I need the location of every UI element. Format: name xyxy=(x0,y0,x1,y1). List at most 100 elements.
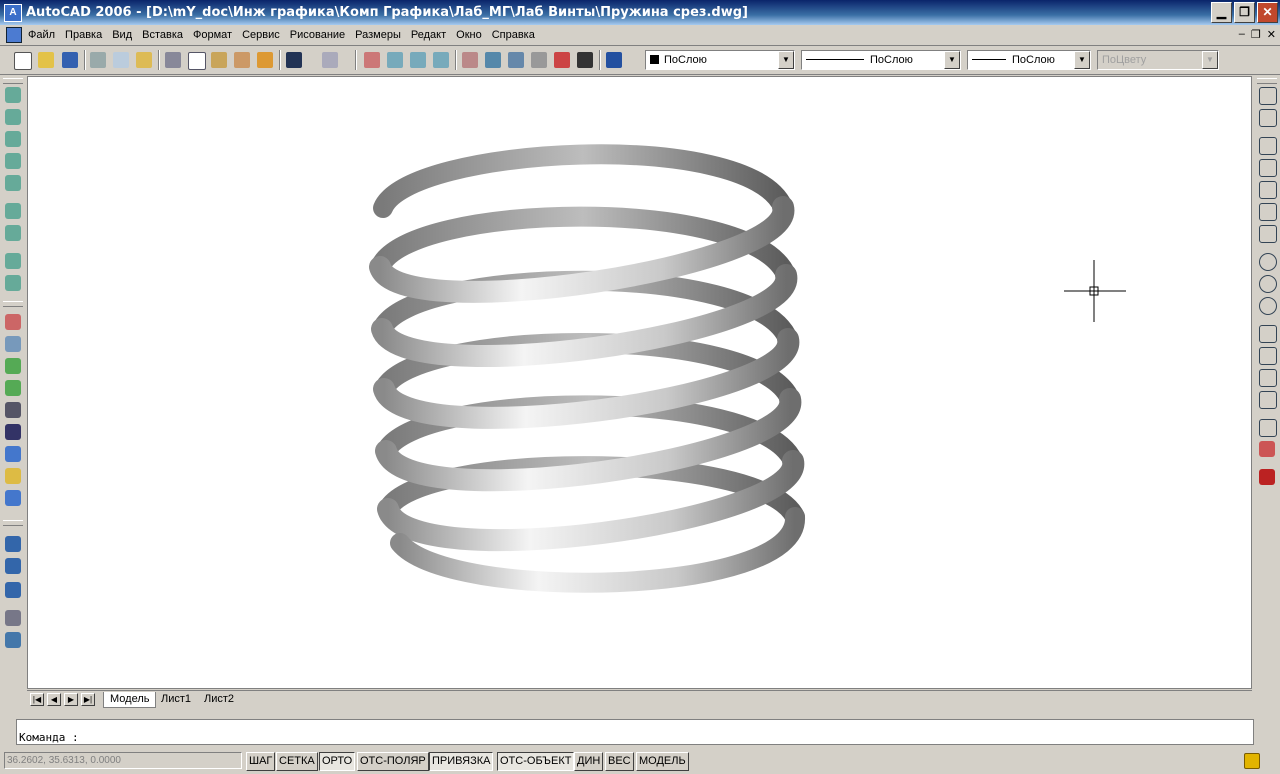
snap-midpoint-tool[interactable] xyxy=(1257,157,1277,177)
quickcalc-button[interactable] xyxy=(575,50,595,70)
snap-center-tool[interactable] xyxy=(1257,251,1277,271)
restore-button[interactable]: ❐ xyxy=(1234,2,1255,23)
zoom-scale-tool[interactable] xyxy=(3,129,23,149)
copy-button[interactable] xyxy=(186,50,206,70)
zoom-extents-tool[interactable] xyxy=(3,273,23,293)
sheet-set-button[interactable] xyxy=(529,50,549,70)
new-button[interactable] xyxy=(12,50,32,70)
osnap-settings-tool[interactable] xyxy=(1257,467,1277,487)
properties-button[interactable] xyxy=(460,50,480,70)
grid-toggle[interactable]: СЕТКА xyxy=(276,752,318,771)
zoom-object-tool[interactable] xyxy=(3,173,23,193)
menu-file[interactable]: Файл xyxy=(28,26,60,44)
polar-toggle[interactable]: ОТС-ПОЛЯР xyxy=(357,752,429,771)
menu-draw[interactable]: Рисование xyxy=(285,26,350,44)
continuous-orbit-tool[interactable] xyxy=(3,378,23,398)
free-orbit-tool[interactable] xyxy=(3,356,23,376)
help-button[interactable] xyxy=(604,50,624,70)
zoom-realtime-button[interactable] xyxy=(385,50,405,70)
cut-button[interactable] xyxy=(163,50,183,70)
temp-track-tool[interactable] xyxy=(1257,85,1277,105)
menu-tools[interactable]: Сервис xyxy=(237,26,285,44)
lineweight-toggle[interactable]: ВЕС xyxy=(605,752,634,771)
dyn-toggle[interactable]: ДИН xyxy=(574,752,604,771)
toolbar-grip[interactable] xyxy=(3,520,23,526)
snap-toggle[interactable]: ШАГ xyxy=(246,752,276,771)
tab-sheet1[interactable]: Лист1 xyxy=(155,692,197,707)
layer-color-combo[interactable]: ПоСлою ▼ xyxy=(645,50,795,70)
undo-button[interactable] xyxy=(284,50,304,70)
snap-endpoint-tool[interactable] xyxy=(1257,135,1277,155)
zoom-dynamic-tool[interactable] xyxy=(3,107,23,127)
markup-button[interactable] xyxy=(552,50,572,70)
match-properties-button[interactable] xyxy=(232,50,252,70)
distance-tool[interactable] xyxy=(3,422,23,442)
snap-from-tool[interactable] xyxy=(1257,107,1277,127)
doc-minimize-button[interactable]: – xyxy=(1239,28,1245,41)
chevron-down-icon[interactable]: ▼ xyxy=(1074,51,1090,69)
orbit-tool[interactable] xyxy=(3,312,23,332)
snap-parallel-tool[interactable] xyxy=(1257,345,1277,365)
open-button[interactable] xyxy=(36,50,56,70)
command-input[interactable]: Команда : xyxy=(16,719,1254,745)
snap-perpendicular-tool[interactable] xyxy=(1257,323,1277,343)
distance-measure-tool[interactable] xyxy=(3,534,23,554)
menu-edit[interactable]: Правка xyxy=(60,26,107,44)
design-center-button[interactable] xyxy=(483,50,503,70)
camera-tool[interactable] xyxy=(3,400,23,420)
snap-node-tool[interactable] xyxy=(1257,389,1277,409)
snap-apparent-tool[interactable] xyxy=(1257,201,1277,221)
drawing-area[interactable] xyxy=(27,76,1252,689)
last-tab-button[interactable]: ▶| xyxy=(81,693,95,706)
block-editor-button[interactable] xyxy=(255,50,275,70)
snap-intersection-tool[interactable] xyxy=(1257,179,1277,199)
snap-tangent-tool[interactable] xyxy=(1257,295,1277,315)
tab-sheet2[interactable]: Лист2 xyxy=(198,692,240,707)
zoom-out-tool[interactable] xyxy=(3,223,23,243)
locate-point-tool[interactable] xyxy=(3,630,23,650)
pan-button[interactable] xyxy=(362,50,382,70)
toolbar-grip[interactable] xyxy=(1257,78,1277,84)
doc-close-button[interactable]: ✕ xyxy=(1267,28,1276,41)
doc-restore-button[interactable]: ❐ xyxy=(1251,28,1261,41)
tab-model[interactable]: Модель xyxy=(103,692,157,708)
clip-front-tool[interactable] xyxy=(3,466,23,486)
snap-nearest-tool[interactable] xyxy=(1257,417,1277,437)
osnap-toggle[interactable]: ПРИВЯЗКА xyxy=(429,752,494,771)
prev-tab-button[interactable]: ◀ xyxy=(47,693,61,706)
menu-insert[interactable]: Вставка xyxy=(137,26,188,44)
tool-palettes-button[interactable] xyxy=(506,50,526,70)
clip-back-tool[interactable] xyxy=(3,488,23,508)
region-mass-tool[interactable] xyxy=(3,580,23,600)
coordinates-display[interactable]: 36.2602, 35.6313, 0.0000 xyxy=(4,752,242,769)
zoom-center-tool[interactable] xyxy=(3,151,23,171)
zoom-window-tool[interactable] xyxy=(3,85,23,105)
menu-format[interactable]: Формат xyxy=(188,26,237,44)
document-icon[interactable] xyxy=(6,27,22,43)
close-button[interactable]: ✕ xyxy=(1257,2,1278,23)
first-tab-button[interactable]: |◀ xyxy=(30,693,44,706)
area-tool[interactable] xyxy=(3,556,23,576)
list-tool[interactable] xyxy=(3,608,23,628)
snap-quadrant-tool[interactable] xyxy=(1257,273,1277,293)
minimize-button[interactable]: ▁ xyxy=(1211,2,1232,23)
zoom-all-tool[interactable] xyxy=(3,251,23,271)
otrack-toggle[interactable]: ОТС-ОБЪЕКТ xyxy=(497,752,575,771)
swivel-tool[interactable] xyxy=(3,444,23,464)
model-toggle[interactable]: МОДЕЛЬ xyxy=(636,752,689,771)
lock-icon[interactable] xyxy=(1244,753,1260,769)
zoom-realtime-tool[interactable] xyxy=(3,334,23,354)
menu-modify[interactable]: Редакт xyxy=(406,26,451,44)
next-tab-button[interactable]: ▶ xyxy=(64,693,78,706)
menu-view[interactable]: Вид xyxy=(107,26,137,44)
plot-preview-button[interactable] xyxy=(111,50,131,70)
plot-button[interactable] xyxy=(88,50,108,70)
autocad-app-icon[interactable]: A xyxy=(4,3,22,22)
toolbar-grip[interactable] xyxy=(3,301,23,307)
menu-dimension[interactable]: Размеры xyxy=(350,26,406,44)
zoom-previous-button[interactable] xyxy=(431,50,451,70)
chevron-down-icon[interactable]: ▼ xyxy=(944,51,960,69)
redo-button[interactable] xyxy=(320,50,340,70)
toolbar-grip[interactable] xyxy=(3,78,23,84)
publish-button[interactable] xyxy=(134,50,154,70)
